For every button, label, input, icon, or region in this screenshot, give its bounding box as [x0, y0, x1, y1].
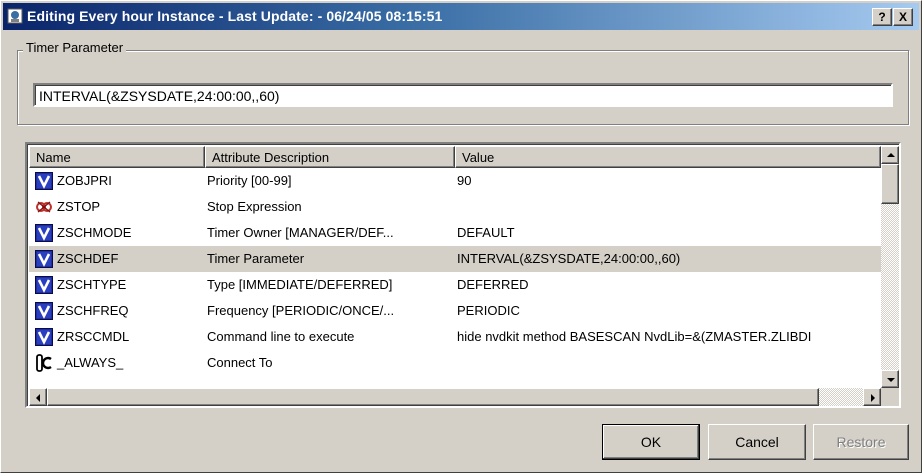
row-description: Type [IMMEDIATE/DEFERRED]: [207, 277, 393, 292]
close-button[interactable]: X: [893, 8, 913, 26]
variable-v-icon: [35, 276, 53, 294]
list-row-zrsccmdl[interactable]: ZRSCCMDL Command line to execute hide nvdk…: [29, 324, 881, 350]
list-row-zschfreq[interactable]: ZSCHFREQ Frequency [PERIODIC/ONCE/... PERI…: [29, 298, 881, 324]
column-header-value[interactable]: Value: [455, 146, 881, 168]
row-description: Timer Parameter: [207, 251, 305, 266]
cancel-button[interactable]: Cancel: [708, 424, 806, 460]
scroll-down-button[interactable]: [881, 370, 899, 388]
row-value: PERIODIC: [457, 303, 520, 318]
row-name: ZSTOP: [57, 199, 101, 214]
window-title: Editing Every hour Instance - Last Updat…: [27, 8, 443, 24]
scroll-left-button[interactable]: [29, 388, 47, 406]
row-description: Command line to execute: [207, 329, 355, 344]
list-row-zschtype[interactable]: ZSCHTYPE Type [IMMEDIATE/DEFERRED] DEFERRE…: [29, 272, 881, 298]
list-row-zschdef[interactable]: ZSCHDEF Timer Parameter INTERVAL(&ZSYSDATE…: [29, 246, 881, 272]
horizontal-scroll-thumb[interactable]: [47, 388, 819, 406]
dialog-window: Editing Every hour Instance - Last Updat…: [0, 0, 922, 473]
vertical-scroll-thumb[interactable]: [881, 164, 899, 204]
list-row-zschmode[interactable]: ZSCHMODE Timer Owner [MANAGER/DEF... DEFAU…: [29, 220, 881, 246]
row-name: ZSCHMODE: [57, 225, 132, 240]
row-description: Frequency [PERIODIC/ONCE/...: [207, 303, 395, 318]
stop-expression-icon: [35, 198, 53, 216]
ok-button[interactable]: OK: [602, 424, 700, 460]
horizontal-scrollbar[interactable]: [29, 388, 881, 406]
scroll-up-button[interactable]: [881, 146, 899, 164]
row-value: DEFERRED: [457, 277, 529, 292]
connect-icon: [35, 354, 53, 372]
row-description: Connect To: [207, 355, 273, 370]
row-description: Timer Owner [MANAGER/DEF...: [207, 225, 394, 240]
row-value: hide nvdkit method BASESCAN NvdLib=&(ZMA…: [457, 329, 812, 344]
scroll-right-button[interactable]: [863, 388, 881, 406]
row-description: Stop Expression: [207, 199, 302, 214]
row-name: ZSCHDEF: [57, 251, 119, 266]
list-row-always[interactable]: _ALWAYS_ Connect To: [29, 350, 881, 376]
variable-v-icon: [35, 302, 53, 320]
row-name: ZSCHFREQ: [57, 303, 129, 318]
variable-v-icon: [35, 328, 53, 346]
column-header-name[interactable]: Name: [29, 146, 205, 168]
variable-v-icon: [35, 172, 53, 190]
up-arrow-icon: [887, 153, 895, 157]
timer-parameter-input[interactable]: INTERVAL(&ZSYSDATE,24:00:00,,60): [33, 83, 893, 107]
scrollbar-corner: [881, 388, 899, 406]
variable-v-icon: [35, 250, 53, 268]
row-value: 90: [457, 173, 472, 188]
app-icon: [7, 8, 23, 24]
help-button[interactable]: ?: [872, 8, 892, 26]
variable-v-icon: [35, 224, 53, 242]
restore-button[interactable]: Restore: [813, 424, 909, 460]
timer-parameter-legend: Timer Parameter: [23, 40, 127, 55]
right-arrow-icon: [871, 394, 875, 402]
list-header: Name Attribute Description Value: [29, 146, 881, 168]
down-arrow-icon: [887, 378, 895, 382]
column-header-description[interactable]: Attribute Description: [205, 146, 455, 168]
list-row-zobjpri[interactable]: ZOBJPRI Priority [00-99] 90: [29, 168, 881, 194]
attribute-list[interactable]: Name Attribute Description Value ZOBJPRI…: [25, 142, 901, 408]
row-value: DEFAULT: [457, 225, 515, 240]
vertical-scrollbar[interactable]: [881, 146, 899, 388]
row-value: INTERVAL(&ZSYSDATE,24:00:00,,60): [457, 251, 681, 266]
row-description: Priority [00-99]: [207, 173, 292, 188]
row-name: ZRSCCMDL: [57, 329, 130, 344]
left-arrow-icon: [36, 394, 40, 402]
list-row-zstop[interactable]: ZSTOP Stop Expression: [29, 194, 881, 220]
row-name: ZSCHTYPE: [57, 277, 127, 292]
title-bar[interactable]: Editing Every hour Instance - Last Updat…: [3, 3, 919, 30]
list-rows: ZOBJPRI Priority [00-99] 90 ZSTOP Stop Expre…: [29, 168, 881, 376]
row-name: _ALWAYS_: [57, 355, 124, 370]
row-name: ZOBJPRI: [57, 173, 112, 188]
